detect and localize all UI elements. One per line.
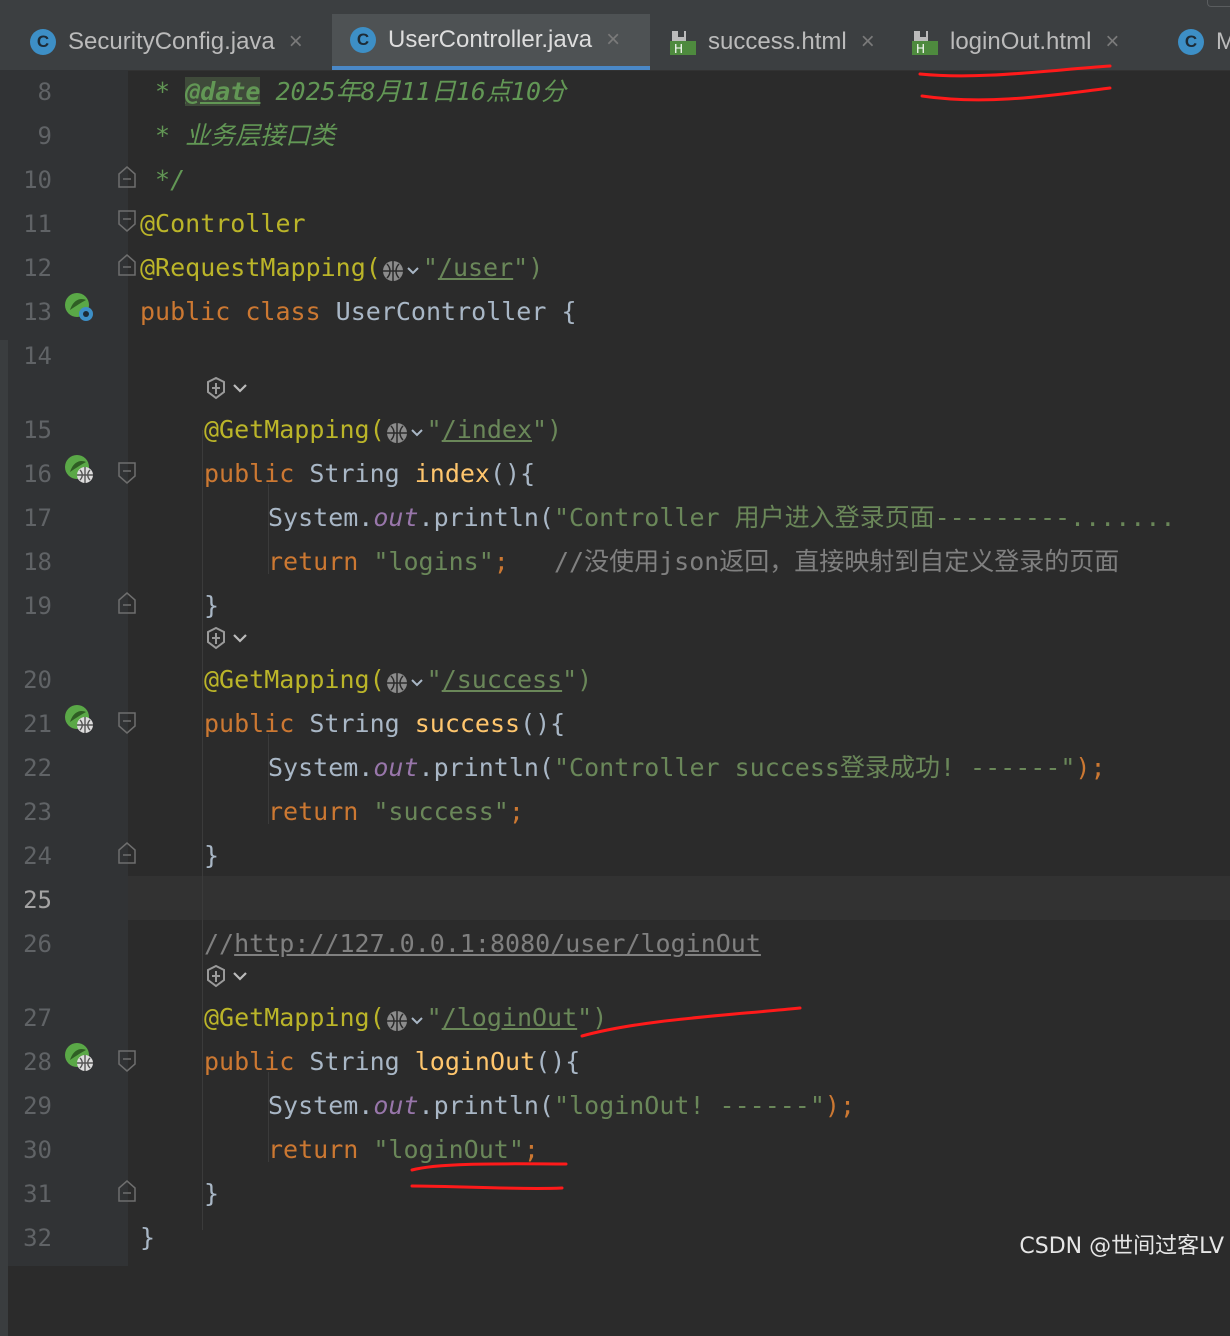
- window-corner: [1207, 0, 1230, 7]
- code-lens-icon[interactable]: [204, 374, 254, 402]
- line-number: 13: [23, 298, 52, 326]
- line-number: 24: [23, 842, 52, 870]
- java-class-icon: C: [350, 27, 376, 53]
- line-number: 18: [23, 548, 52, 576]
- tab-securityconfig[interactable]: C SecurityConfig.java ×: [12, 14, 332, 70]
- code-line-21: public String success(){: [204, 709, 566, 738]
- line-number: 16: [23, 460, 52, 488]
- web-mapping-icon[interactable]: [64, 454, 94, 484]
- code-line-29: System.out.println("loginOut! ------");: [268, 1091, 856, 1120]
- java-class-icon: C: [1178, 29, 1204, 55]
- line-number: 9: [37, 122, 52, 150]
- code-line-22: System.out.println("Controller success登录…: [268, 753, 1106, 782]
- line-number: 15: [23, 416, 52, 444]
- line-number: 26: [23, 930, 52, 958]
- code-line-24: }: [204, 841, 220, 870]
- line-number: 11: [23, 210, 52, 238]
- java-class-icon: C: [30, 29, 56, 55]
- close-icon[interactable]: ×: [1105, 28, 1119, 56]
- html-file-icon: H: [668, 27, 698, 57]
- code-line-12: @RequestMapping("/user"): [140, 253, 544, 282]
- line-number: 29: [23, 1092, 52, 1120]
- mapping-path: /user: [437, 253, 514, 282]
- html-file-icon: H: [910, 27, 940, 57]
- code-lens-icon[interactable]: [204, 962, 254, 990]
- globe-chevron-icon[interactable]: [385, 666, 427, 693]
- line-number: 8: [37, 78, 52, 106]
- globe-chevron-icon[interactable]: [381, 254, 423, 281]
- code-line-8: * @date 2025年8月11日16点10分: [140, 77, 567, 106]
- tab-label: success.html: [708, 28, 847, 55]
- line-number: 21: [23, 710, 52, 738]
- tab-overflow[interactable]: C M: [1160, 14, 1230, 70]
- editor-tab-bar: C SecurityConfig.java × C UserController…: [0, 0, 1230, 71]
- comment-url-link[interactable]: http://127.0.0.1:8080/user/loginOut: [234, 929, 761, 958]
- line-number: 30: [23, 1136, 52, 1164]
- globe-chevron-icon[interactable]: [385, 416, 427, 443]
- code-line-10: */: [140, 165, 186, 194]
- web-mapping-icon[interactable]: [64, 704, 94, 734]
- code-line-31: }: [204, 1179, 220, 1208]
- code-line-16: public String index(){: [204, 459, 536, 488]
- mapping-path: /index: [441, 415, 532, 444]
- line-number: 22: [23, 754, 52, 782]
- line-number: 19: [23, 592, 52, 620]
- web-mapping-icon[interactable]: [64, 1042, 94, 1072]
- watermark: CSDN @世间过客LV: [1019, 1234, 1224, 1259]
- close-icon[interactable]: ×: [289, 28, 303, 56]
- current-line-highlight: [128, 876, 1230, 920]
- close-icon[interactable]: ×: [861, 28, 875, 56]
- line-number-current: 25: [23, 886, 52, 914]
- tab-usercontroller[interactable]: C UserController.java ×: [332, 14, 650, 70]
- tab-label: UserController.java: [388, 26, 593, 53]
- code-line-27: @GetMapping("/loginOut"): [204, 1003, 608, 1032]
- tab-success-html[interactable]: H success.html ×: [650, 14, 892, 70]
- code-line-28: public String loginOut(){: [204, 1047, 581, 1076]
- code-line-20: @GetMapping("/success"): [204, 665, 593, 694]
- line-number: 20: [23, 666, 52, 694]
- editor-gutter: 8 9 10 11 12 13 14 15 16 17 18 19 20 21 …: [0, 70, 136, 1336]
- code-line-18: return "logins"; //没使用json返回，直接映射到自定义登录的…: [268, 547, 1120, 576]
- line-number: 17: [23, 504, 52, 532]
- code-line-30: return "loginOut";: [268, 1135, 539, 1164]
- svg-text:H: H: [916, 42, 925, 56]
- mapping-path: /loginOut: [441, 1003, 578, 1032]
- line-number: 31: [23, 1180, 52, 1208]
- line-number: 12: [23, 254, 52, 282]
- tab-label: SecurityConfig.java: [68, 28, 275, 55]
- code-line-19: }: [204, 591, 220, 620]
- code-line-32: }: [140, 1223, 156, 1252]
- javadoc-tag: @date: [185, 77, 261, 106]
- line-number: 27: [23, 1004, 52, 1032]
- mapping-path: /success: [441, 665, 563, 694]
- code-line-23: return "success";: [268, 797, 524, 826]
- svg-text:H: H: [674, 42, 683, 56]
- line-number: 32: [23, 1224, 52, 1252]
- code-line-26: //http://127.0.0.1:8080/user/loginOut: [204, 929, 761, 958]
- code-line-9: * 业务层接口类: [140, 121, 336, 150]
- close-icon[interactable]: ×: [606, 26, 620, 54]
- line-number: 14: [23, 342, 52, 370]
- code-editor[interactable]: * @date 2025年8月11日16点10分 * 业务层接口类 */ @Co…: [128, 70, 1230, 1266]
- code-lens-icon[interactable]: [204, 624, 254, 652]
- code-line-17: System.out.println("Controller 用户进入登录页面-…: [268, 503, 1176, 532]
- indent-guide: [202, 430, 203, 1230]
- code-line-11: @Controller: [140, 209, 306, 238]
- code-line-13: public class UserController {: [140, 297, 577, 326]
- tab-loginout-html[interactable]: H loginOut.html ×: [892, 14, 1160, 70]
- code-line-15: @GetMapping("/index"): [204, 415, 563, 444]
- tab-label: loginOut.html: [950, 28, 1092, 55]
- globe-chevron-icon[interactable]: [385, 1004, 427, 1031]
- tab-label: M: [1216, 28, 1230, 56]
- spring-bean-icon[interactable]: [64, 292, 94, 322]
- line-number: 10: [23, 166, 52, 194]
- line-number: 23: [23, 798, 52, 826]
- line-number: 28: [23, 1048, 52, 1076]
